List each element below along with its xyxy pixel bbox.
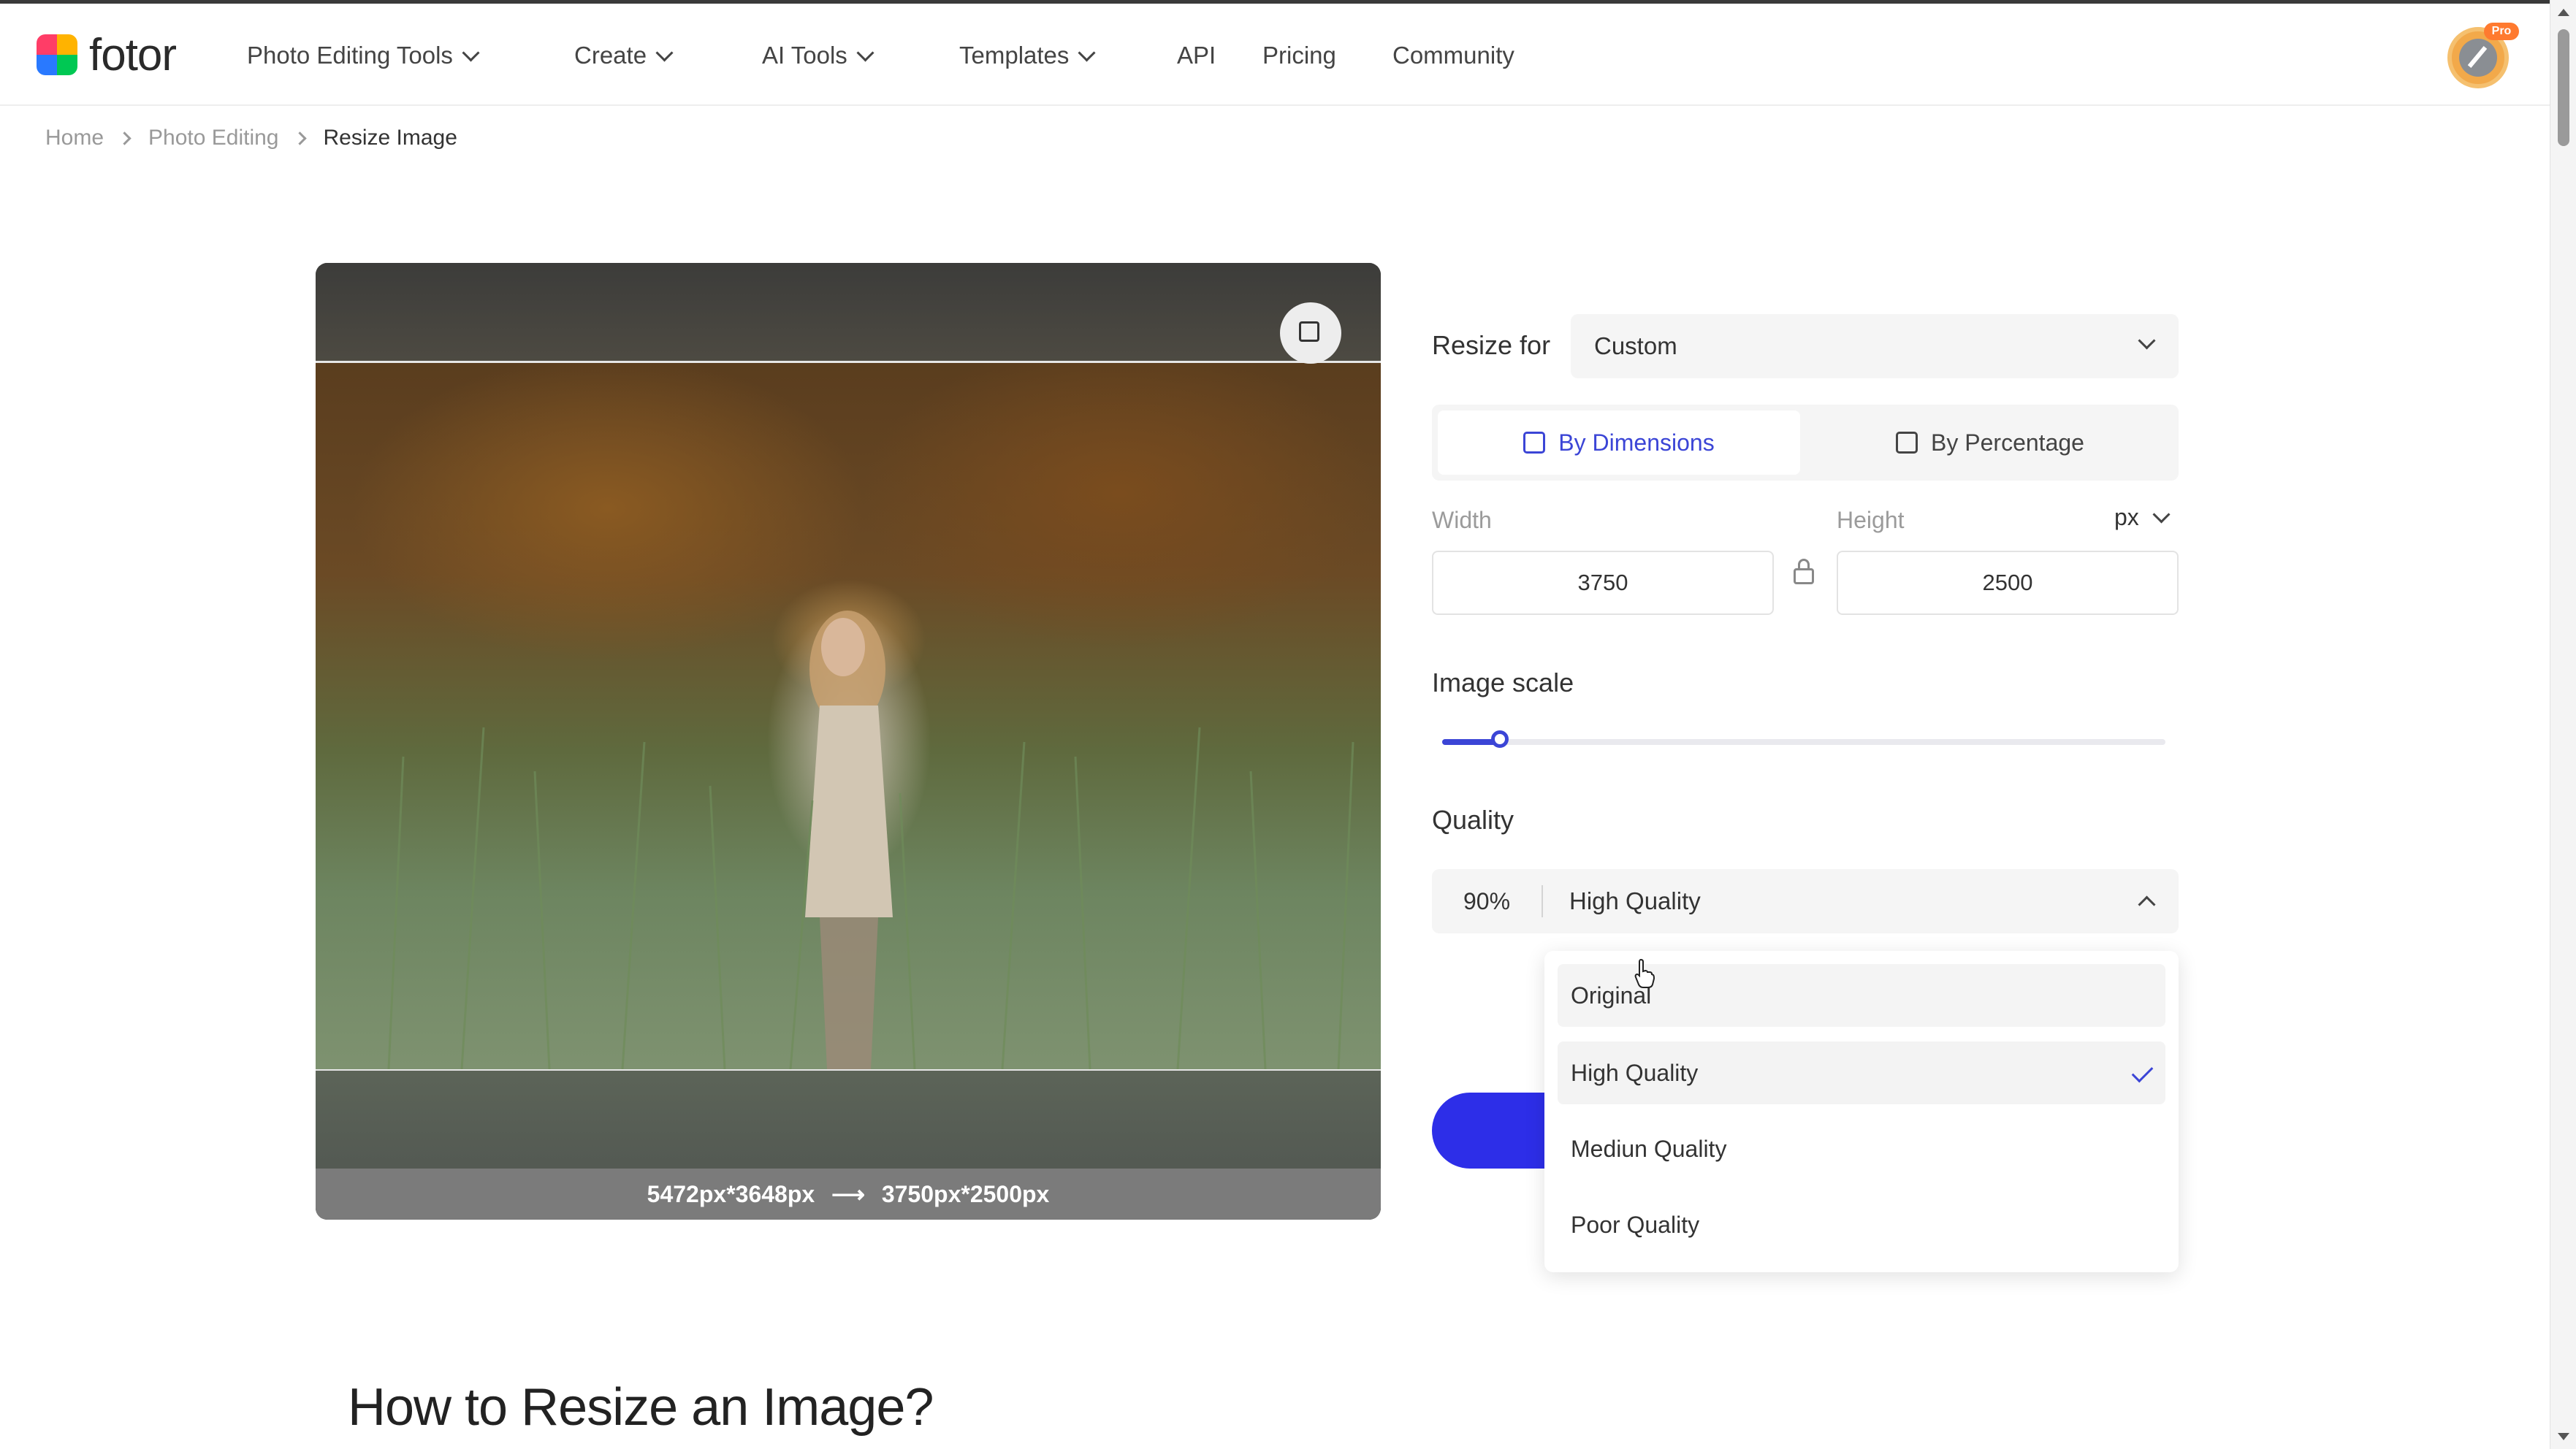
nav-label: Pricing bbox=[1262, 42, 1336, 69]
quality-option-poor[interactable]: Poor Quality bbox=[1558, 1193, 2165, 1256]
quality-dropdown-menu: Original High Quality Mediun Quality Poo… bbox=[1544, 951, 2179, 1272]
nav-templates[interactable]: Templates bbox=[959, 42, 1096, 69]
quality-select[interactable]: 90% High Quality bbox=[1432, 869, 2179, 933]
tab-label: By Dimensions bbox=[1558, 429, 1715, 456]
option-label: Poor Quality bbox=[1571, 1212, 1700, 1238]
nav-label: Photo Editing Tools bbox=[247, 42, 453, 69]
nav-create[interactable]: Create bbox=[574, 42, 674, 69]
new-size: 3750px*2500px bbox=[881, 1181, 1050, 1207]
scroll-thumb[interactable] bbox=[2558, 29, 2569, 146]
image-scale-slider[interactable] bbox=[1442, 730, 2165, 748]
tab-label: By Percentage bbox=[1931, 429, 2084, 456]
logo-text: fotor bbox=[89, 29, 177, 80]
quality-value: High Quality bbox=[1569, 887, 1701, 914]
dimensions-icon bbox=[1523, 432, 1546, 454]
height-label: Height bbox=[1837, 507, 1905, 533]
image-scale-label: Image scale bbox=[1432, 668, 1574, 697]
chevron-right-icon bbox=[292, 131, 307, 145]
resize-for-label: Resize for bbox=[1432, 330, 1551, 360]
option-label: High Quality bbox=[1571, 1060, 1699, 1086]
quality-percent: 90% bbox=[1463, 888, 1511, 914]
size-caption: 5472px*3648px ⟶ 3750px*2500px bbox=[316, 1169, 1381, 1220]
unit-select[interactable]: px bbox=[2114, 504, 2171, 531]
original-size: 5472px*3648px bbox=[647, 1181, 815, 1207]
quality-option-medium[interactable]: Mediun Quality bbox=[1558, 1117, 2165, 1180]
nav-photo-editing-tools[interactable]: Photo Editing Tools bbox=[247, 42, 480, 69]
photo-illustration bbox=[387, 611, 1354, 1069]
scroll-down-arrow-icon[interactable] bbox=[2558, 1433, 2569, 1440]
breadcrumb-photo-editing[interactable]: Photo Editing bbox=[148, 126, 278, 150]
height-input[interactable]: 2500 bbox=[1837, 551, 2179, 615]
nav-api[interactable]: API bbox=[1177, 42, 1216, 69]
chevron-down-icon bbox=[856, 43, 874, 62]
pro-badge: Pro bbox=[2484, 23, 2519, 40]
chevron-down-icon bbox=[655, 43, 674, 62]
tab-by-percentage[interactable]: By Percentage bbox=[1807, 410, 2173, 475]
breadcrumb-current: Resize Image bbox=[323, 126, 457, 150]
quality-label: Quality bbox=[1432, 805, 1514, 835]
preview-photo bbox=[316, 362, 1381, 1069]
fotor-logo[interactable]: fotor bbox=[37, 30, 177, 80]
nav-community[interactable]: Community bbox=[1392, 42, 1514, 69]
width-label: Width bbox=[1432, 507, 1492, 533]
width-input[interactable]: 3750 bbox=[1432, 551, 1774, 615]
chevron-down-icon bbox=[462, 43, 480, 62]
breadcrumb-home[interactable]: Home bbox=[45, 126, 104, 150]
compare-icon bbox=[1299, 321, 1319, 342]
hand-cursor-icon bbox=[1634, 958, 1655, 988]
lock-icon[interactable] bbox=[1794, 559, 1814, 584]
nav-label: Create bbox=[574, 42, 647, 69]
nav-ai-tools[interactable]: AI Tools bbox=[762, 42, 874, 69]
chevron-up-icon bbox=[2138, 895, 2156, 914]
tab-by-dimensions[interactable]: By Dimensions bbox=[1438, 410, 1800, 475]
option-label: Mediun Quality bbox=[1571, 1136, 1727, 1162]
site-header: fotor Photo Editing Tools Create AI Tool… bbox=[0, 4, 2550, 106]
resize-for-value: Custom bbox=[1594, 332, 1677, 359]
slider-thumb[interactable] bbox=[1491, 730, 1509, 748]
checkmark-icon bbox=[2131, 1060, 2154, 1083]
nav-label: Community bbox=[1392, 42, 1514, 69]
quality-divider bbox=[1542, 885, 1543, 917]
crop-overlay-top bbox=[316, 263, 1381, 361]
unit-value: px bbox=[2114, 504, 2139, 530]
page-scrollbar[interactable] bbox=[2550, 0, 2576, 1449]
chevron-down-icon bbox=[2138, 332, 2156, 350]
resize-mode-tabs: By Dimensions By Percentage bbox=[1432, 405, 2179, 481]
quality-option-high[interactable]: High Quality bbox=[1558, 1041, 2165, 1104]
arrow-right-icon: ⟶ bbox=[831, 1181, 865, 1207]
breadcrumb: Home Photo Editing Resize Image bbox=[45, 126, 457, 150]
chevron-down-icon bbox=[2152, 505, 2171, 524]
image-preview: 5472px*3648px ⟶ 3750px*2500px bbox=[316, 263, 1381, 1220]
nav-pricing[interactable]: Pricing bbox=[1262, 42, 1336, 69]
crop-guide-top bbox=[316, 361, 1381, 363]
nav-label: API bbox=[1177, 42, 1216, 69]
nav-label: Templates bbox=[959, 42, 1070, 69]
chevron-down-icon bbox=[1078, 43, 1096, 62]
compare-button[interactable] bbox=[1280, 302, 1341, 364]
scroll-up-arrow-icon[interactable] bbox=[2558, 9, 2569, 16]
resize-for-select[interactable]: Custom bbox=[1571, 314, 2179, 378]
nav-label: AI Tools bbox=[762, 42, 847, 69]
fotor-logo-icon bbox=[37, 34, 77, 75]
chevron-right-icon bbox=[118, 131, 132, 145]
section-heading: How to Resize an Image? bbox=[348, 1378, 934, 1437]
percentage-icon bbox=[1896, 432, 1918, 454]
avatar-image bbox=[2459, 39, 2497, 77]
